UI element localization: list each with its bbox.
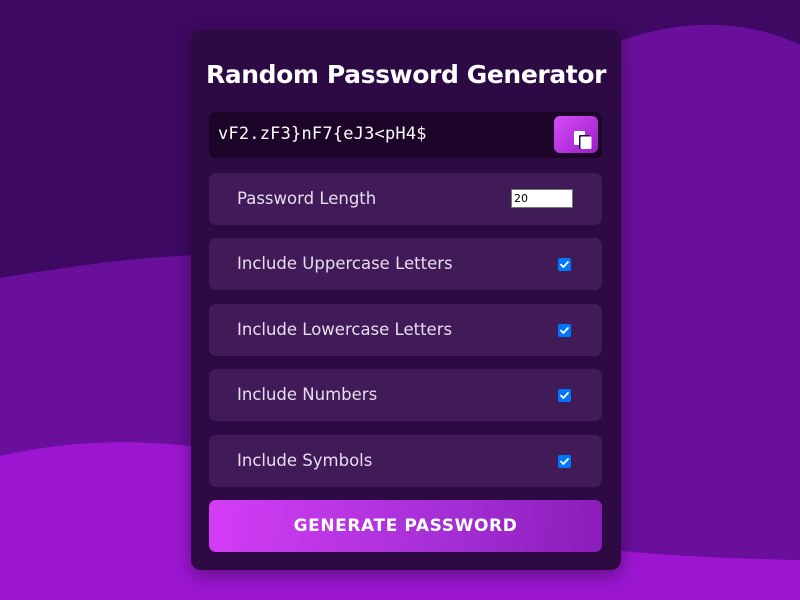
option-row-length: Password Length 20 (209, 173, 602, 225)
lowercase-label: Include Lowercase Letters (237, 320, 453, 339)
numbers-checkbox[interactable] (558, 389, 571, 402)
password-length-label: Password Length (237, 189, 377, 208)
option-row-symbols: Include Symbols (209, 435, 602, 487)
symbols-label: Include Symbols (237, 451, 373, 470)
copy-button[interactable] (554, 116, 598, 153)
password-length-input[interactable]: 20 (511, 189, 573, 208)
uppercase-checkbox[interactable] (558, 258, 571, 271)
generate-password-button[interactable]: GENERATE PASSWORD (209, 500, 602, 552)
page-title: Random Password Generator (205, 60, 607, 89)
password-result-box: vF2.zF3}nF7{eJ3<pH4$ (209, 112, 602, 158)
numbers-label: Include Numbers (237, 385, 378, 404)
generated-password: vF2.zF3}nF7{eJ3<pH4$ (218, 124, 427, 144)
clipboard-icon (574, 131, 592, 149)
password-generator-card: Random Password Generator vF2.zF3}nF7{eJ… (191, 30, 621, 570)
checkmark-icon (560, 261, 569, 268)
uppercase-label: Include Uppercase Letters (237, 254, 453, 273)
checkmark-icon (560, 458, 569, 465)
checkmark-icon (560, 392, 569, 399)
checkmark-icon (560, 327, 569, 334)
lowercase-checkbox[interactable] (558, 324, 571, 337)
option-row-lowercase: Include Lowercase Letters (209, 304, 602, 356)
option-row-numbers: Include Numbers (209, 369, 602, 421)
option-row-uppercase: Include Uppercase Letters (209, 238, 602, 290)
symbols-checkbox[interactable] (558, 455, 571, 468)
